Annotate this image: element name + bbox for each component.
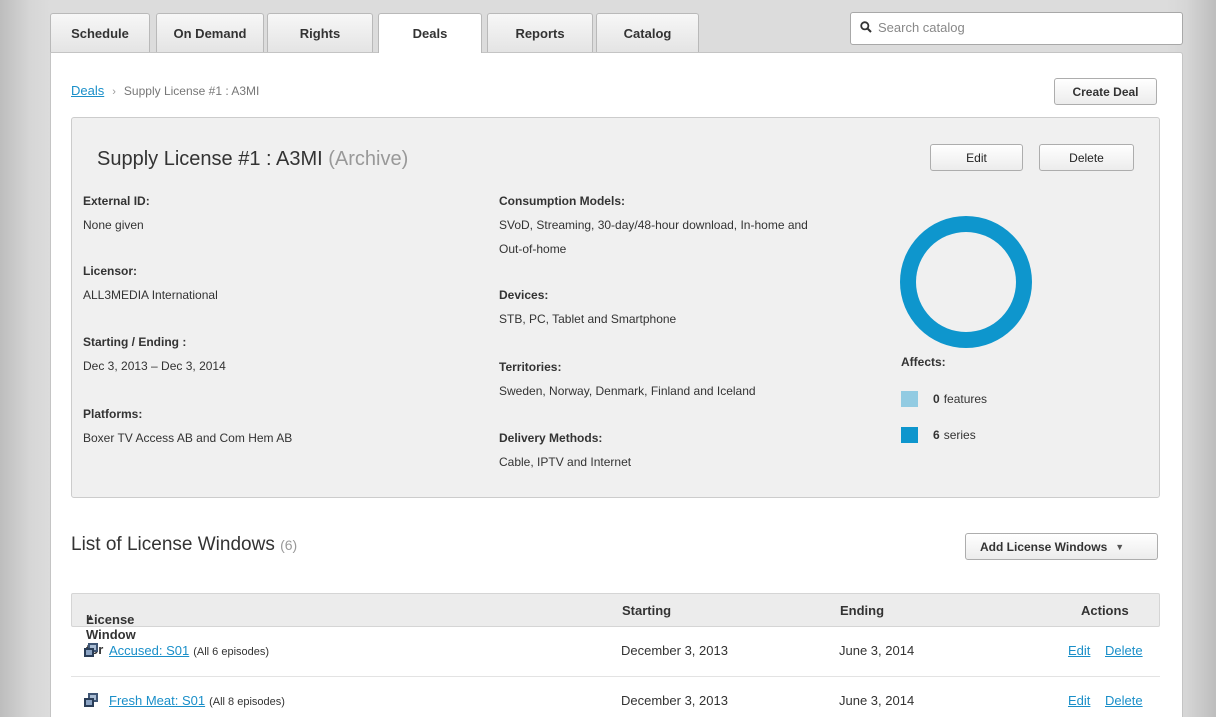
row-starting: December 3, 2013 bbox=[621, 643, 728, 658]
breadcrumb-deals-link[interactable]: Deals bbox=[71, 83, 104, 98]
series-text: series bbox=[943, 428, 976, 442]
episode-count: (All 6 episodes) bbox=[193, 646, 270, 658]
create-deal-button[interactable]: Create Deal bbox=[1054, 78, 1157, 105]
content-panel: Deals › Supply License #1 : A3MI Create De… bbox=[50, 52, 1183, 717]
affects-donut-chart bbox=[900, 216, 1032, 348]
features-text: features bbox=[943, 392, 988, 406]
license-windows-heading: List of License Windows (6) bbox=[71, 534, 297, 556]
breadcrumb-separator: › bbox=[112, 86, 116, 98]
territories-field: Territories: Sweden, Norway, Denmark, Fi… bbox=[499, 355, 756, 403]
consumption-models-field: Consumption Models: SVoD, Streaming, 30-… bbox=[499, 189, 808, 261]
dates-value: Dec 3, 2013 – Dec 3, 2014 bbox=[83, 359, 226, 373]
dropdown-caret-icon: ▼ bbox=[1115, 541, 1125, 552]
delivery-methods-field: Delivery Methods: Cable, IPTV and Intern… bbox=[499, 426, 631, 474]
deal-status: (Archive) bbox=[328, 148, 409, 170]
tab-on-demand[interactable]: On Demand bbox=[156, 13, 264, 52]
delivery-methods-label: Delivery Methods: bbox=[499, 431, 603, 445]
episode-count: (All 8 episodes) bbox=[209, 696, 285, 708]
row-delete-link[interactable]: Delete bbox=[1105, 693, 1143, 708]
column-header-ending[interactable]: Ending bbox=[840, 603, 884, 618]
series-icon bbox=[84, 643, 98, 657]
external-id-field: External ID: None given bbox=[83, 189, 150, 237]
row-delete-link[interactable]: Delete bbox=[1105, 643, 1143, 658]
series-swatch bbox=[901, 427, 918, 443]
add-license-windows-button[interactable]: Add License Windows ▼ bbox=[965, 533, 1158, 560]
breadcrumb: Deals › Supply License #1 : A3MI bbox=[71, 83, 259, 98]
features-swatch bbox=[901, 391, 918, 407]
delete-deal-button[interactable]: Delete bbox=[1039, 144, 1134, 171]
series-icon bbox=[84, 693, 98, 707]
territories-value: Sweden, Norway, Denmark, Finland and Ice… bbox=[499, 384, 756, 398]
row-ending: June 3, 2014 bbox=[839, 693, 915, 708]
affects-label: Affects: bbox=[901, 355, 946, 369]
tab-rights[interactable]: Rights bbox=[267, 13, 373, 52]
series-link[interactable]: Accused: S01 bbox=[109, 643, 189, 658]
edit-deal-button[interactable]: Edit bbox=[930, 144, 1023, 171]
platforms-label: Platforms: bbox=[83, 407, 143, 421]
deal-name: Supply License #1 : A3MI bbox=[97, 148, 323, 170]
search-box[interactable] bbox=[850, 12, 1183, 45]
devices-label: Devices: bbox=[499, 288, 549, 302]
series-link[interactable]: Fresh Meat: S01 bbox=[109, 693, 205, 708]
dates-field: Starting / Ending : Dec 3, 2013 – Dec 3,… bbox=[83, 330, 226, 378]
features-count: 0 bbox=[933, 392, 940, 406]
platforms-value: Boxer TV Access AB and Com Hem AB bbox=[83, 431, 293, 445]
search-input[interactable] bbox=[878, 20, 1168, 35]
table-row: Accused: S01 (All 6 episodes) December 3,… bbox=[71, 628, 1160, 677]
devices-field: Devices: STB, PC, Tablet and Smartphone bbox=[499, 283, 676, 331]
delivery-methods-value: Cable, IPTV and Internet bbox=[499, 455, 632, 469]
column-header-actions: Actions bbox=[1081, 603, 1129, 618]
breadcrumb-current: Supply License #1 : A3MI bbox=[123, 84, 260, 98]
row-edit-link[interactable]: Edit bbox=[1068, 693, 1090, 708]
dates-label: Starting / Ending : bbox=[83, 335, 187, 349]
row-title: Accused: S01 (All 6 episodes) bbox=[109, 643, 269, 658]
sort-ascending-icon: ▲ bbox=[86, 612, 95, 622]
external-id-value: None given bbox=[83, 218, 144, 232]
deal-details: Supply License #1 : A3MI (Archive) Edit … bbox=[71, 117, 1160, 498]
magnifier-icon bbox=[860, 21, 872, 33]
table-row: Fresh Meat: S01 (All 8 episodes) December… bbox=[71, 678, 1160, 717]
donut-hole bbox=[916, 232, 1016, 332]
external-id-label: External ID: bbox=[83, 194, 150, 208]
row-ending: June 3, 2014 bbox=[839, 643, 915, 658]
platforms-field: Platforms: Boxer TV Access AB and Com He… bbox=[83, 402, 292, 450]
add-license-windows-label: Add License Windows bbox=[980, 539, 1108, 554]
tab-deals[interactable]: Deals bbox=[378, 13, 482, 53]
column-header-starting[interactable]: Starting bbox=[622, 603, 671, 618]
licensor-value: ALL3MEDIA International bbox=[83, 288, 218, 302]
consumption-models-value-line1: SVoD, Streaming, 30-day/48-hour download… bbox=[499, 218, 808, 232]
devices-value: STB, PC, Tablet and Smartphone bbox=[499, 312, 677, 326]
tab-catalog[interactable]: Catalog bbox=[596, 13, 699, 52]
licensor-label: Licensor: bbox=[83, 264, 138, 278]
license-windows-table-header: License Window for ▲ Starting Ending Act… bbox=[71, 593, 1160, 657]
licensor-field: Licensor: ALL3MEDIA International bbox=[83, 259, 218, 307]
legend-features: 0 features bbox=[901, 391, 987, 407]
row-edit-link[interactable]: Edit bbox=[1068, 643, 1090, 658]
territories-label: Territories: bbox=[499, 360, 562, 374]
tab-schedule[interactable]: Schedule bbox=[50, 13, 150, 52]
deal-title: Supply License #1 : A3MI (Archive) bbox=[97, 148, 408, 171]
series-count: 6 bbox=[933, 428, 940, 442]
consumption-models-value-line2: Out-of-home bbox=[499, 242, 567, 256]
legend-series: 6 series bbox=[901, 427, 976, 443]
row-starting: December 3, 2013 bbox=[621, 693, 728, 708]
row-title: Fresh Meat: S01 (All 8 episodes) bbox=[109, 693, 285, 708]
license-windows-title: List of License Windows bbox=[71, 534, 275, 555]
license-windows-count: (6) bbox=[280, 537, 298, 553]
consumption-models-label: Consumption Models: bbox=[499, 194, 625, 208]
tab-reports[interactable]: Reports bbox=[487, 13, 593, 52]
